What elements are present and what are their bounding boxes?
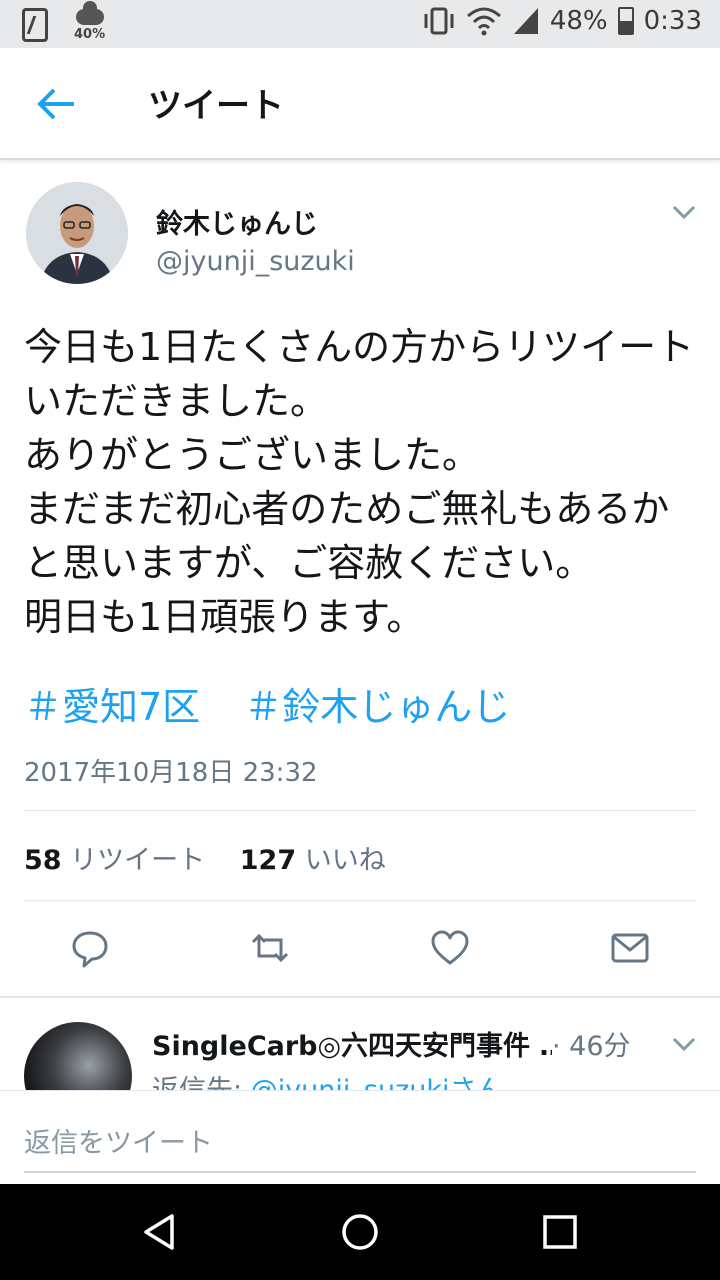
reply-to-handle[interactable]: @jyunji_suzukiさん — [251, 1075, 504, 1090]
notification-icon — [22, 8, 48, 42]
like-count-group[interactable]: 127 いいね — [240, 845, 386, 876]
reply-composer — [0, 1090, 720, 1184]
app-bar: ツイート — [0, 48, 720, 160]
reply-avatar[interactable] — [24, 1022, 132, 1090]
battery-percent: 48% — [549, 6, 608, 36]
hashtags: ＃愛知7区 ＃鈴木じゅんじ — [24, 680, 554, 734]
clock: 0:33 — [643, 6, 702, 36]
like-icon[interactable] — [430, 928, 470, 968]
back-triangle-icon[interactable] — [140, 1212, 180, 1252]
retweet-label: リツイート — [70, 845, 206, 876]
reply-to-line: 返信先: @jyunji_suzukiさん — [152, 1068, 504, 1090]
weather-indicator: 40% — [74, 1, 106, 42]
reply-input[interactable] — [24, 1115, 696, 1173]
reply-icon[interactable] — [70, 928, 110, 968]
like-label: いいね — [304, 845, 386, 876]
avatar-portrait — [26, 182, 128, 284]
wifi-icon — [466, 7, 501, 36]
like-count: 127 — [239, 845, 297, 876]
author-handle[interactable]: @jyunji_suzuki — [156, 246, 355, 277]
reply-author-name: SingleCarb◎六四天安門事件 … — [152, 1024, 552, 1063]
cloud-icon — [75, 1, 104, 25]
page-title: ツイート — [148, 86, 284, 126]
battery-icon — [617, 7, 634, 35]
tweet-actions — [0, 918, 720, 982]
chevron-down-icon[interactable] — [670, 1034, 698, 1054]
back-arrow-icon[interactable] — [30, 82, 80, 126]
reply-to-prefix: 返信先: — [152, 1075, 251, 1090]
reply-ellipsis: … — [539, 1031, 552, 1062]
author-avatar[interactable] — [26, 182, 128, 284]
retweet-count: 58 — [24, 845, 62, 876]
divider — [24, 810, 696, 811]
home-circle-icon[interactable] — [340, 1212, 380, 1252]
retweet-icon[interactable] — [250, 928, 290, 968]
status-bar: 40% 48% 0:33 — [0, 0, 720, 48]
weather-percent: 40% — [74, 27, 106, 42]
hashtag-link[interactable]: ＃鈴木じゅんじ — [244, 685, 510, 729]
vibrate-icon — [424, 7, 454, 35]
message-icon[interactable] — [610, 928, 650, 968]
author-name[interactable]: 鈴木じゅんじ — [156, 202, 318, 241]
retweet-count-group[interactable]: 58 リツイート — [24, 845, 205, 876]
system-nav-bar — [0, 1184, 720, 1280]
cell-signal-icon — [513, 8, 538, 34]
recents-square-icon[interactable] — [540, 1212, 580, 1252]
chevron-down-icon[interactable] — [670, 202, 698, 222]
reply-tweet[interactable]: SingleCarb◎六四天安門事件 … · 46分 返信先: @jyunji_… — [0, 998, 720, 1090]
engagement-counts: 58 リツイート 127 いいね — [24, 838, 412, 877]
reply-time: · 46分 — [552, 1031, 631, 1062]
tweet-timestamp: 2017年10月18日 23:32 — [24, 758, 318, 788]
hashtag-link[interactable]: ＃愛知7区 — [24, 685, 200, 729]
tweet-text: 今日も1日たくさんの方からリツイートいただきました。 ありがとうございました。 … — [24, 325, 695, 639]
divider — [24, 900, 696, 901]
reply-author-name-text: SingleCarb◎六四天安門事件 — [152, 1031, 531, 1062]
